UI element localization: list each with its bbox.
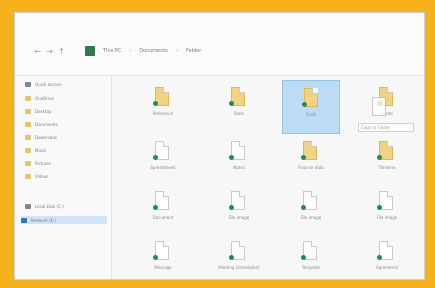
folder-icon [25,108,31,114]
file-explorer-window: ← → ↑ This PC › Documents › Folder Quick… [14,12,425,280]
folder-icon [25,173,31,179]
folder-icon [25,134,31,140]
file-item[interactable]: Reference [134,80,192,134]
address-bar: ← → ↑ This PC › Documents › Folder [15,13,424,76]
folder-icon [25,121,31,127]
file-item[interactable]: File image [358,184,416,238]
star-icon [25,81,31,87]
file-name: Agreement [375,265,399,270]
sync-status-icon [301,155,306,160]
cloud-icon [25,95,31,101]
file-item[interactable]: Finance data [282,134,340,188]
drag-tooltip: Copy to Folder [358,123,414,132]
sync-status-icon [153,155,158,160]
file-name: File image [228,215,250,220]
file-item[interactable]: File image [282,184,340,238]
sidebar-item[interactable]: Music [25,146,105,154]
file-item[interactable]: Message [134,234,192,288]
sidebar-item-label: Pictures [35,160,51,166]
dragged-file-icon [372,97,386,116]
file-item[interactable]: Document [134,184,192,238]
sync-status-icon [377,205,382,210]
file-name: Notes [233,165,245,170]
forward-icon[interactable]: → [45,47,54,56]
file-item[interactable]: Meeting (Scheduled) [210,234,268,288]
file-item[interactable]: Notes [210,134,268,188]
sidebar-item[interactable]: Quick access [25,80,105,88]
screen: { "colors": { "frame": "#f5b21a", "selec… [0,0,435,282]
sidebar-item[interactable]: Documents [25,120,105,128]
sync-status-icon [301,205,306,210]
breadcrumb[interactable]: This PC › Documents › Folder [85,44,406,58]
file-name: Document [152,215,174,220]
sidebar-item-label: OneDrive [35,95,54,101]
sidebar-item[interactable]: Pictures [25,159,105,167]
file-name: Reference [152,111,174,116]
file-item[interactable]: Agreement [358,234,416,288]
breadcrumb-separator: › [129,48,132,54]
sync-status-icon [153,205,158,210]
sync-status-icon [229,255,234,260]
file-item[interactable]: File image [210,184,268,238]
sidebar-item[interactable]: Local Disk (C:) [25,202,105,210]
up-icon[interactable]: ↑ [57,47,66,56]
sidebar-item-label: Videos [35,173,49,179]
sidebar-item[interactable]: Desktop [25,107,105,115]
file-name: Template [301,265,321,270]
drag-ghost: Copy to Folder [358,97,414,139]
folder-path-icon [85,46,95,56]
folder-icon [25,147,31,153]
sync-status-icon [153,255,158,260]
sidebar-item-label: Desktop [35,108,52,114]
sync-status-icon [302,102,307,107]
breadcrumb-separator: › [175,48,178,54]
file-name: Finance data [298,165,324,170]
file-item[interactable]: Spreadsheet [134,134,192,188]
sidebar-item-label: Downloads [35,134,57,140]
file-name: File image [376,215,398,220]
file-name: File image [300,215,322,220]
file-item[interactable]: Stats [210,80,268,134]
file-name: Message [154,265,172,270]
file-name: Spreadsheet [150,165,176,170]
sync-status-icon [229,101,234,106]
sidebar-item-label: Documents [35,121,58,127]
sync-status-icon [153,101,158,106]
breadcrumb-item[interactable]: Documents [139,48,168,54]
sync-status-icon [377,155,382,160]
drive-icon [25,203,31,209]
back-icon[interactable]: ← [33,47,42,56]
sidebar-item-label: Network (E:) [31,217,56,223]
sync-status-icon [377,255,382,260]
file-name: Timeline [378,165,396,170]
sync-status-icon [229,155,234,160]
breadcrumb-item[interactable]: This PC [103,48,121,54]
file-name: Meeting (Scheduled) [218,265,260,270]
sidebar-item[interactable]: Downloads [25,133,105,141]
sidebar-item-label: Local Disk (C:) [35,203,64,209]
sidebar-item[interactable]: Network (E:) [21,216,107,224]
file-item[interactable]: Timeline [358,134,416,188]
network-icon [21,217,27,223]
folder-icon [25,160,31,166]
navigation-pane: Quick access OneDrive Desktop Documents Down… [15,76,112,279]
breadcrumb-item[interactable]: Folder [186,48,201,54]
file-name: Stats [233,111,245,116]
file-name: Draft [305,112,317,117]
sidebar-item[interactable]: OneDrive [25,94,105,102]
sync-status-icon [229,205,234,210]
file-item[interactable]: Draft [282,80,340,134]
file-item[interactable]: Template [282,234,340,288]
sidebar-item-label: Quick access [35,81,62,87]
sidebar-item-label: Music [35,147,47,153]
sidebar-item[interactable]: Videos [25,172,105,180]
file-grid: Agreement Template Meeting (Scheduled) Mess… [112,76,424,279]
sync-status-icon [301,255,306,260]
